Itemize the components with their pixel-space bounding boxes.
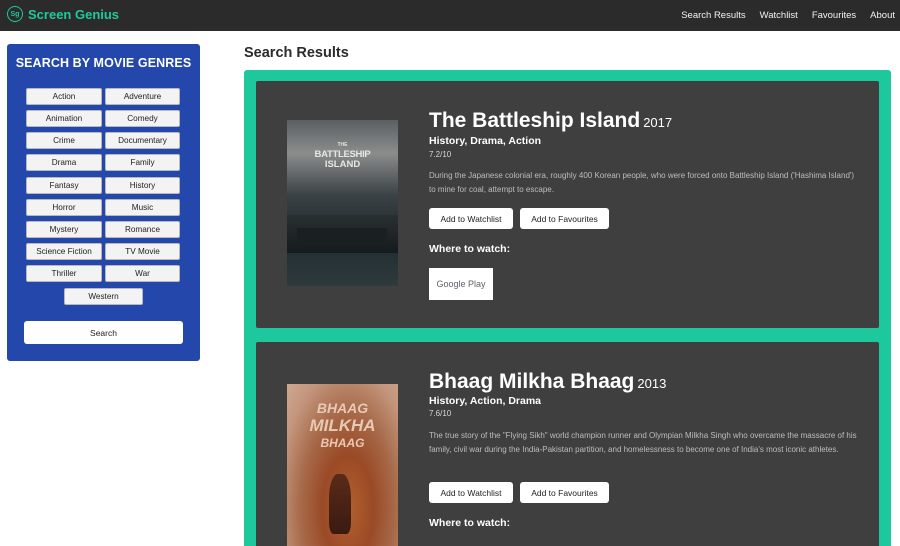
genre-button-drama[interactable]: Drama: [26, 154, 102, 171]
genre-button-music[interactable]: Music: [105, 199, 180, 216]
movie-poster[interactable]: THE BATTLESHIP ISLAND: [287, 120, 398, 286]
page-title: Search Results: [244, 45, 349, 61]
genre-button-mystery[interactable]: Mystery: [26, 221, 102, 238]
where-to-watch-label: Where to watch:: [429, 517, 511, 529]
movie-rating: 7.2/10: [429, 150, 452, 159]
movie-rating: 7.6/10: [429, 409, 452, 418]
movie-year: 2013: [637, 376, 667, 391]
genre-button-war[interactable]: War: [105, 265, 180, 282]
movie-title: Bhaag Milkha Bhaag 2013: [429, 370, 666, 394]
nav-link-favourites[interactable]: Favourites: [812, 10, 856, 21]
movie-card: THE BATTLESHIP ISLAND The Battleship Isl…: [256, 81, 879, 328]
movie-poster[interactable]: BHAAG MILKHA BHAAG: [287, 384, 398, 546]
navbar: Sg Screen Genius Search Results Watchlis…: [0, 0, 900, 31]
genre-button-adventure[interactable]: Adventure: [105, 88, 180, 105]
genre-button-fantasy[interactable]: Fantasy: [26, 177, 102, 194]
movie-title: The Battleship Island 2017: [429, 109, 672, 133]
add-to-watchlist-button[interactable]: Add to Watchlist: [429, 208, 513, 229]
add-to-watchlist-button[interactable]: Add to Watchlist: [429, 482, 513, 503]
brand[interactable]: Sg Screen Genius: [7, 6, 119, 22]
search-button[interactable]: Search: [24, 321, 183, 344]
movie-description: During the Japanese colonial era, roughl…: [429, 171, 855, 194]
results-panel: THE BATTLESHIP ISLAND The Battleship Isl…: [244, 70, 891, 546]
poster-title-line: BHAAG: [316, 400, 369, 416]
add-to-favourites-button[interactable]: Add to Favourites: [520, 208, 609, 229]
movie-title-text: The Battleship Island: [429, 109, 641, 132]
nav-link-search-results[interactable]: Search Results: [681, 10, 745, 21]
brand-name: Screen Genius: [28, 6, 120, 22]
genre-button-action[interactable]: Action: [26, 88, 102, 105]
movie-genres: History, Drama, Action: [429, 135, 542, 147]
where-to-watch-label: Where to watch:: [429, 243, 511, 255]
add-to-favourites-button[interactable]: Add to Favourites: [520, 482, 609, 503]
poster-title-line: ISLAND: [324, 159, 361, 170]
movie-title-text: Bhaag Milkha Bhaag: [429, 370, 635, 393]
genre-button-comedy[interactable]: Comedy: [105, 110, 180, 127]
genre-button-science-fiction[interactable]: Science Fiction: [26, 243, 102, 260]
genre-button-animation[interactable]: Animation: [26, 110, 102, 127]
genre-button-tv-movie[interactable]: TV Movie: [105, 243, 180, 260]
logo-icon: Sg: [7, 6, 23, 22]
genre-button-romance[interactable]: Romance: [105, 221, 180, 238]
genre-button-crime[interactable]: Crime: [26, 132, 102, 149]
genre-button-horror[interactable]: Horror: [26, 199, 102, 216]
genre-sidebar: SEARCH BY MOVIE GENRES Action Adventure …: [7, 44, 200, 361]
sidebar-title: SEARCH BY MOVIE GENRES: [15, 56, 192, 70]
movie-year: 2017: [643, 115, 673, 130]
poster-title-line: MILKHA: [309, 416, 376, 435]
movie-card: BHAAG MILKHA BHAAG Bhaag Milkha Bhaag 201…: [256, 342, 879, 546]
genre-button-thriller[interactable]: Thriller: [26, 265, 102, 282]
google-play-button[interactable]: Google Play: [429, 268, 493, 300]
genre-button-history[interactable]: History: [105, 177, 180, 194]
nav-link-about[interactable]: About: [870, 10, 895, 21]
movie-description: The true story of the "Flying Sikh" worl…: [429, 431, 857, 454]
nav-link-watchlist[interactable]: Watchlist: [760, 10, 798, 21]
poster-title-line: BHAAG: [320, 436, 365, 450]
genre-button-western[interactable]: Western: [64, 288, 143, 305]
nav-links: Search Results Watchlist Favourites Abou…: [667, 0, 895, 31]
genre-button-family[interactable]: Family: [105, 154, 180, 171]
genre-button-documentary[interactable]: Documentary: [105, 132, 180, 149]
movie-genres: History, Action, Drama: [429, 395, 542, 407]
poster-title-line: THE: [337, 142, 348, 148]
